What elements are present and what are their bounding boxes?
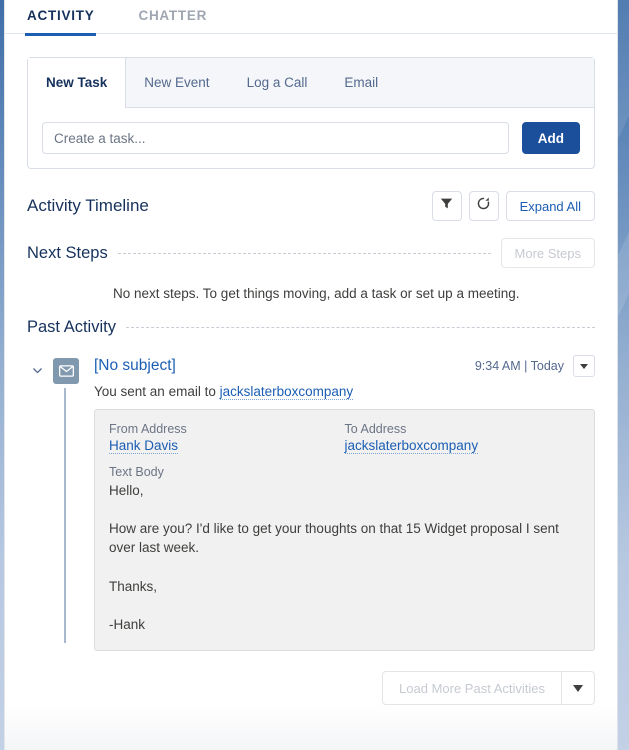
past-activity-label: Past Activity <box>27 318 116 336</box>
composer-tab-new-event[interactable]: New Event <box>126 58 228 107</box>
to-address-field: To Address jackslaterboxcompany <box>344 422 581 454</box>
activity-timeline-title: Activity Timeline <box>27 196 149 215</box>
from-address-value[interactable]: Hank Davis <box>109 438 179 454</box>
activity-composer: New Task New Event Log a Call Email Add <box>27 57 595 169</box>
timeline-item-summary-link[interactable]: jackslaterboxcompany <box>219 384 354 400</box>
activity-timeline-header: Activity Timeline Expand All <box>27 191 595 221</box>
tab-chatter[interactable]: CHATTER <box>136 0 209 36</box>
load-more-group: Load More Past Activities <box>382 671 595 706</box>
from-address-field: From Address Hank Davis <box>109 422 345 454</box>
timeline-connector <box>64 388 66 644</box>
composer-tab-log-a-call[interactable]: Log a Call <box>229 58 327 107</box>
refresh-icon <box>476 196 491 216</box>
composer-tab-new-task[interactable]: New Task <box>28 58 127 108</box>
composer-body: Add <box>28 108 594 168</box>
expand-all-button[interactable]: Expand All <box>505 191 595 221</box>
email-detail-box: From Address Hank Davis To Address jacks… <box>94 409 595 652</box>
load-more-dropdown-button[interactable] <box>562 672 594 704</box>
timeline-item-summary: You sent an email to jackslaterboxcompan… <box>94 384 595 400</box>
top-tab-bar: ACTIVITY CHATTER <box>5 0 617 36</box>
timeline-item: [No subject] 9:34 AM | Today You sent an… <box>27 355 595 652</box>
add-task-button[interactable]: Add <box>521 122 580 154</box>
next-steps-empty-message: No next steps. To get things moving, add… <box>113 286 520 301</box>
text-body-value: Hello, How are you? I'd like to get your… <box>109 483 559 633</box>
activity-panel: ACTIVITY CHATTER New Task New Event Log … <box>0 0 629 750</box>
load-more-row: Load More Past Activities <box>27 671 595 706</box>
composer-tab-bar: New Task New Event Log a Call Email <box>28 58 594 108</box>
next-steps-label: Next Steps <box>27 243 108 262</box>
past-activity-section-header: Past Activity <box>27 318 595 337</box>
past-activity-divider <box>125 327 595 328</box>
filter-funnel-icon <box>440 197 453 215</box>
page-background-right <box>618 0 629 750</box>
timeline-item-timestamp: 9:34 AM | Today <box>474 359 564 373</box>
timeline-item-toggle[interactable] <box>27 364 47 382</box>
more-steps-button[interactable]: More Steps <box>500 238 595 268</box>
create-task-input[interactable] <box>42 122 509 154</box>
caret-down-icon <box>573 684 583 692</box>
tab-activity[interactable]: ACTIVITY <box>25 0 97 36</box>
timeline-item-subject[interactable]: [No subject] <box>94 357 475 375</box>
refresh-button[interactable] <box>468 191 499 221</box>
from-address-label: From Address <box>109 422 187 436</box>
next-steps-section-header: Next Steps More Steps <box>27 238 595 268</box>
caret-down-icon <box>580 363 588 369</box>
timeline-item-actions-button[interactable] <box>573 355 595 377</box>
filter-button[interactable] <box>431 191 462 221</box>
text-body-field: Text Body Hello, How are you? I'd like t… <box>109 465 580 634</box>
next-steps-divider <box>117 252 491 254</box>
to-address-value[interactable]: jackslaterboxcompany <box>344 438 479 454</box>
bottom-fade <box>5 704 617 750</box>
text-body-label: Text Body <box>109 465 164 479</box>
activity-card: ACTIVITY CHATTER New Task New Event Log … <box>4 0 618 750</box>
chevron-down-icon <box>31 364 44 382</box>
email-envelope-icon <box>53 358 79 384</box>
timeline-item-summary-prefix: You sent an email to <box>94 384 220 399</box>
composer-tab-email[interactable]: Email <box>326 58 397 107</box>
to-address-label: To Address <box>344 422 407 436</box>
load-more-past-activities-button[interactable]: Load More Past Activities <box>383 672 562 705</box>
